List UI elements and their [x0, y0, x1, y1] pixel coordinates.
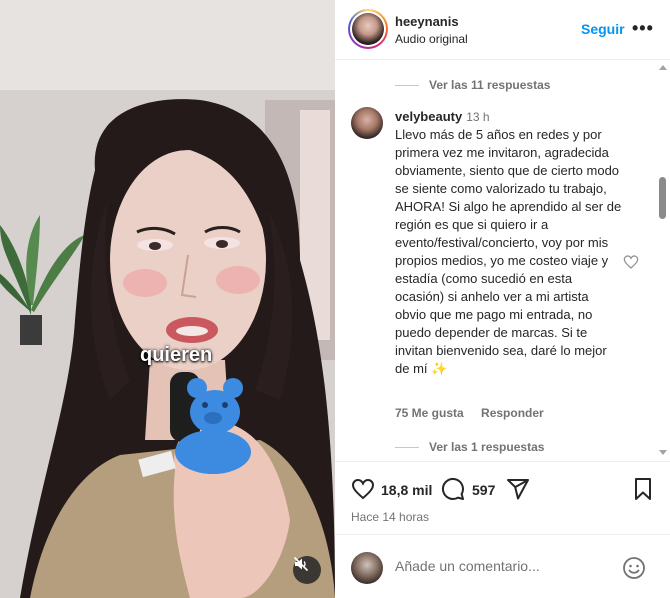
comment-button[interactable] — [441, 477, 465, 506]
view-replies-top[interactable]: Ver las 11 respuestas — [395, 78, 550, 92]
heart-icon — [351, 478, 375, 500]
scroll-down-arrow-icon[interactable] — [659, 450, 667, 455]
reel-video[interactable]: quieren — [0, 0, 335, 598]
comment-body: velybeauty 13 h Llevo más de 5 años en re… — [395, 108, 623, 378]
audio-link[interactable]: Audio original — [395, 32, 468, 46]
comment-likes[interactable]: 75 Me gusta — [395, 406, 464, 420]
author-avatar[interactable] — [348, 9, 388, 49]
mute-button[interactable] — [293, 556, 321, 584]
post-details-panel: heeynanis Audio original Seguir ••• Ver … — [335, 0, 670, 598]
heart-icon — [623, 255, 639, 269]
post-actions: 18,8 mil 597 Hace 14 horas — [335, 461, 670, 531]
comments-scrollbar[interactable] — [656, 61, 670, 461]
commenter-username[interactable]: velybeauty — [395, 109, 462, 124]
author-avatar-image — [352, 13, 384, 45]
comment-like-button[interactable] — [623, 254, 639, 275]
divider-line — [395, 446, 419, 448]
save-button[interactable] — [631, 477, 655, 506]
post-header: heeynanis Audio original Seguir ••• — [335, 0, 670, 60]
scrollbar-thumb[interactable] — [659, 177, 666, 219]
comment-input[interactable] — [395, 558, 615, 574]
like-button[interactable] — [351, 477, 375, 506]
follow-button[interactable]: Seguir — [581, 21, 625, 37]
post-timestamp: Hace 14 horas — [351, 510, 430, 524]
view-replies-bottom[interactable]: Ver las 1 respuestas — [395, 440, 544, 454]
comment-meta: 75 Me gusta Responder — [395, 406, 558, 420]
scroll-up-arrow-icon[interactable] — [659, 65, 667, 70]
emoji-button[interactable] — [622, 556, 646, 585]
author-username[interactable]: heeynanis — [395, 14, 459, 29]
smiley-icon — [623, 557, 645, 579]
likes-count[interactable]: 18,8 mil — [381, 482, 432, 498]
video-caption: quieren — [140, 344, 213, 366]
more-options-icon[interactable]: ••• — [632, 18, 654, 39]
commenter-avatar[interactable] — [351, 107, 383, 139]
comments-count[interactable]: 597 — [472, 482, 495, 498]
comment-time: 13 h — [466, 110, 490, 124]
add-comment-bar — [335, 534, 670, 598]
speaker-muted-icon — [293, 556, 309, 572]
comments-list: Ver las 11 respuestas velybeauty 13 h Lle… — [335, 61, 670, 461]
bookmark-icon — [635, 478, 651, 500]
view-replies-label: Ver las 11 respuestas — [429, 78, 551, 92]
current-user-avatar — [351, 552, 383, 584]
comment-text: Llevo más de 5 años en redes y por prime… — [395, 127, 622, 376]
video-frame-illustration — [0, 0, 335, 598]
share-button[interactable] — [506, 477, 530, 506]
paper-plane-icon — [507, 479, 529, 500]
divider-line — [395, 84, 419, 86]
view-replies-label: Ver las 1 respuestas — [429, 440, 545, 454]
comment-bubble-icon — [441, 477, 464, 500]
reply-button[interactable]: Responder — [481, 406, 544, 420]
